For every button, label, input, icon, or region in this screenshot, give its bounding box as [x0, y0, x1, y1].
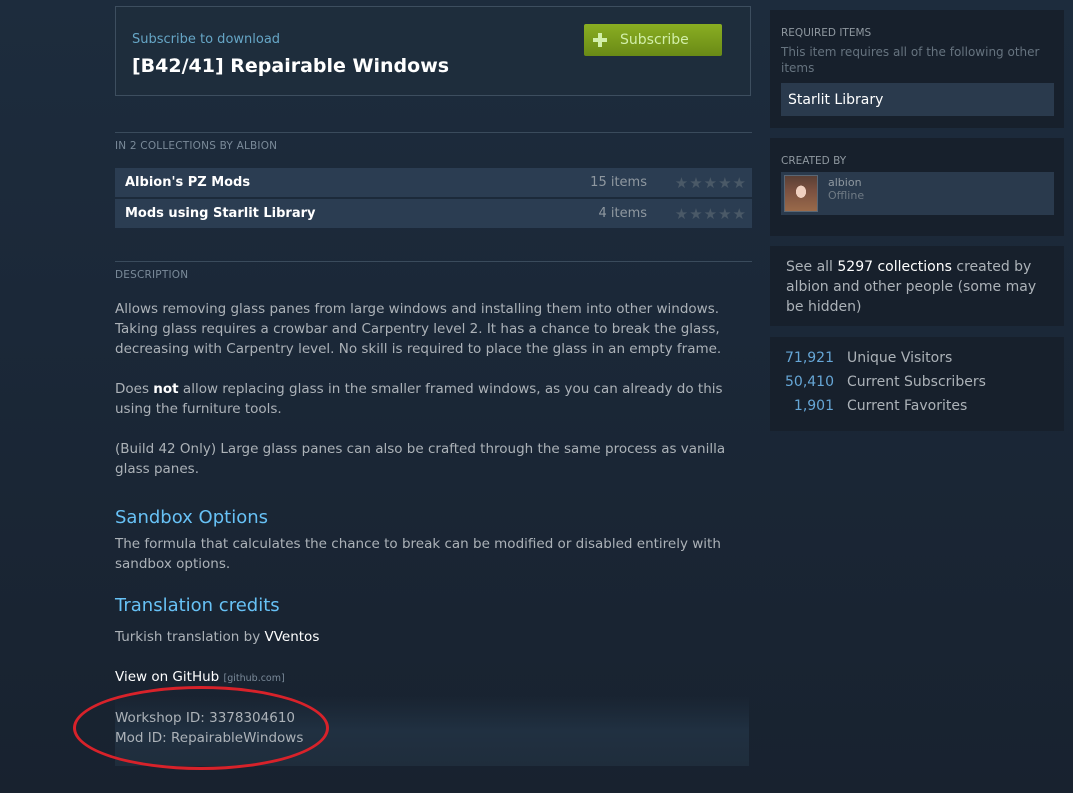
description-paragraph: Allows removing glass panes from large w… [115, 301, 722, 357]
created-by-header: CREATED BY [781, 155, 847, 167]
creator-name: albion [828, 176, 862, 189]
rating-stars-icon: ★★★★★ [674, 173, 747, 192]
collection-row[interactable]: Albion's PZ Mods 15 items ★★★★★ [115, 168, 752, 197]
avatar[interactable] [784, 175, 818, 212]
collection-count: 4 items [598, 206, 647, 221]
description-header: DESCRIPTION [115, 269, 189, 281]
required-items-subtitle: This item requires all of the following … [781, 45, 1040, 75]
rating-stars-icon: ★★★★★ [674, 204, 747, 223]
creator-card[interactable]: albion Offline [781, 172, 1054, 215]
stats-panel: 71,921 Unique Visitors 50,410 Current Su… [770, 337, 1064, 431]
translation-heading: Translation credits [115, 595, 280, 616]
subscribe-box: Subscribe to download [B42/41] Repairabl… [115, 6, 751, 96]
highlight-ellipse [73, 686, 329, 770]
item-title: [B42/41] Repairable Windows [132, 55, 450, 77]
stat-label: Unique Visitors [847, 350, 953, 366]
github-link[interactable]: View on GitHub [115, 669, 219, 685]
translation-paragraph: Turkish translation by VVentos [115, 627, 745, 647]
collection-count: 15 items [590, 175, 647, 190]
sandbox-paragraph: The formula that calculates the chance t… [115, 536, 721, 572]
text-segment: See all [786, 259, 838, 275]
description-paragraph: (Build 42 Only) Large glass panes can al… [115, 441, 726, 477]
see-all-collections-panel: See all 5297 collections created by albi… [770, 246, 1064, 326]
required-items-header: REQUIRED ITEMS [781, 27, 872, 39]
creator-status: Offline [828, 189, 865, 202]
subscribe-button-label: Subscribe [620, 32, 689, 48]
stat-label: Current Subscribers [847, 374, 986, 390]
stat-value: 50,410 [785, 374, 834, 390]
collection-row[interactable]: Mods using Starlit Library 4 items ★★★★★ [115, 199, 752, 228]
collections-divider [115, 132, 752, 133]
stat-value: 1,901 [793, 398, 834, 414]
description-divider [115, 261, 752, 262]
collection-name: Mods using Starlit Library [125, 206, 316, 221]
text-segment: Does [115, 381, 154, 397]
subscribe-button[interactable]: Subscribe [584, 24, 722, 56]
text-segment: Turkish translation by [115, 629, 265, 645]
see-all-collections-link[interactable]: 5297 collections [837, 259, 952, 275]
collection-name: Albion's PZ Mods [125, 175, 251, 190]
collections-header: IN 2 COLLECTIONS BY ALBION [115, 140, 278, 152]
stat-row: 1,901 Current Favorites [770, 398, 967, 414]
sandbox-heading: Sandbox Options [115, 507, 268, 528]
required-item-link[interactable]: Starlit Library [781, 83, 1054, 116]
translator-name: VVentos [264, 629, 320, 645]
see-all-text: See all 5297 collections created by albi… [786, 257, 1056, 317]
stat-value: 71,921 [785, 350, 834, 366]
subscribe-subtitle: Subscribe to download [132, 32, 281, 47]
required-items-panel: REQUIRED ITEMS This item requires all of… [770, 10, 1064, 128]
stat-label: Current Favorites [847, 398, 968, 414]
bold-text: not [153, 381, 179, 397]
description-paragraph: Does not allow replacing glass in the sm… [115, 379, 745, 419]
created-by-panel: CREATED BY albion Offline [770, 138, 1064, 236]
github-domain: [github.com] [223, 673, 285, 684]
plus-icon [593, 33, 607, 47]
text-segment: allow replacing glass in the smaller fra… [115, 381, 723, 417]
stat-row: 71,921 Unique Visitors [770, 350, 952, 366]
stat-row: 50,410 Current Subscribers [770, 374, 986, 390]
